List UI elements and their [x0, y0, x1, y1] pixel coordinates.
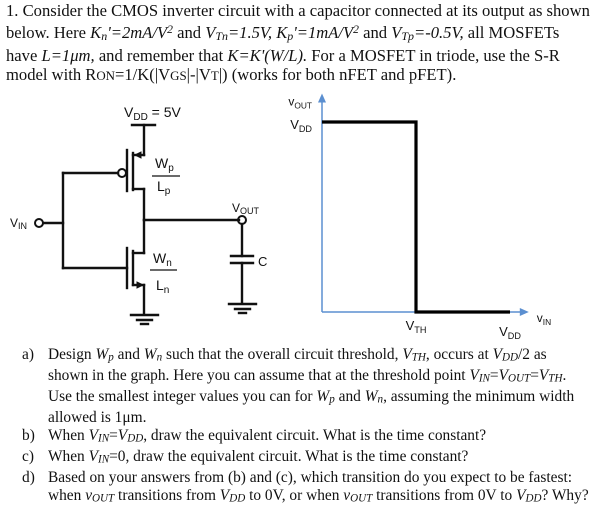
nmos-w-label: Wn — [153, 250, 172, 269]
x-axis-arrow — [519, 308, 529, 316]
pmos-source-arrow — [133, 151, 142, 159]
question-c: c) When VIN=0, draw the equivalent circui… — [22, 448, 590, 469]
x-tick-label-vth: VTH — [406, 318, 427, 335]
problem-statement: 1. Consider the CMOS inverter circuit wi… — [6, 1, 590, 84]
nmos-l-label: Ln — [156, 277, 169, 296]
nmos-ground-icon — [129, 313, 160, 326]
capacitor-label: C — [258, 254, 267, 269]
k-equation: K=K'(W/L). — [227, 46, 308, 65]
y-axis-label: vOUT — [288, 95, 312, 111]
question-text: When VIN=0, draw the equivalent circuit.… — [48, 447, 469, 466]
question-label: a) — [22, 346, 34, 363]
vout-label: VOUT — [232, 201, 260, 216]
series-line-0 — [322, 120, 510, 314]
cmos-inverter-circuit — [34, 123, 258, 326]
vin-terminal — [34, 218, 44, 228]
vtn: VTn=1.5V, — [205, 23, 277, 43]
problem-number: 1. — [6, 1, 19, 20]
question-a: a) Design Wp and Wn such that the overall… — [22, 346, 590, 427]
question-label: b) — [22, 426, 35, 444]
figure: VDD = 5V Wp Lp Wn Ln VIN VOUT C VTH VDD VD… — [10, 93, 551, 341]
capacitor — [229, 222, 255, 305]
question-list: a) Design Wp and Wn such that the overall… — [22, 346, 590, 508]
y-tick-label-vdd: VDD — [290, 117, 312, 134]
length-value: L=1μm, — [41, 46, 95, 65]
vin-label: VIN — [10, 216, 27, 231]
kn-prime: Kn'=2mA/V2 — [90, 23, 173, 43]
nmos-source-arrow — [136, 281, 145, 289]
question-text: Based on your answers from (b) and (c), … — [48, 468, 589, 505]
circuit-labels: VDD = 5V Wp Lp Wn Ln VIN VOUT C — [10, 104, 267, 296]
x-axis-label: vIN — [537, 311, 551, 327]
pmos-l-label: Lp — [157, 178, 171, 197]
transfer-characteristic-chart: VTH VDD VDD vIN vOUT — [288, 93, 551, 341]
question-text: When VIN=VDD, draw the equivalent circui… — [48, 426, 487, 445]
question-label: d) — [22, 468, 35, 486]
cap-ground-icon — [227, 302, 258, 315]
question-b: b) When VIN=VDD, draw the equivalent circ… — [22, 427, 590, 448]
nmos-transistor — [125, 218, 146, 316]
kp-prime: Kp'=1mA/V2 — [276, 23, 359, 43]
x-tick-label-vdd: VDD — [499, 324, 521, 341]
y-axis-arrow — [318, 93, 326, 103]
question-text: Design Wp and Wn such that the overall c… — [48, 346, 575, 426]
vtp: VTp=-0.5V, — [391, 23, 464, 43]
question-label: c) — [22, 447, 34, 465]
pmos-w-label: Wp — [155, 155, 174, 174]
question-d: d) Based on your answers from (b) and (c)… — [22, 469, 590, 508]
vdd-label: VDD = 5V — [124, 104, 182, 123]
pmos-transistor — [117, 148, 146, 222]
